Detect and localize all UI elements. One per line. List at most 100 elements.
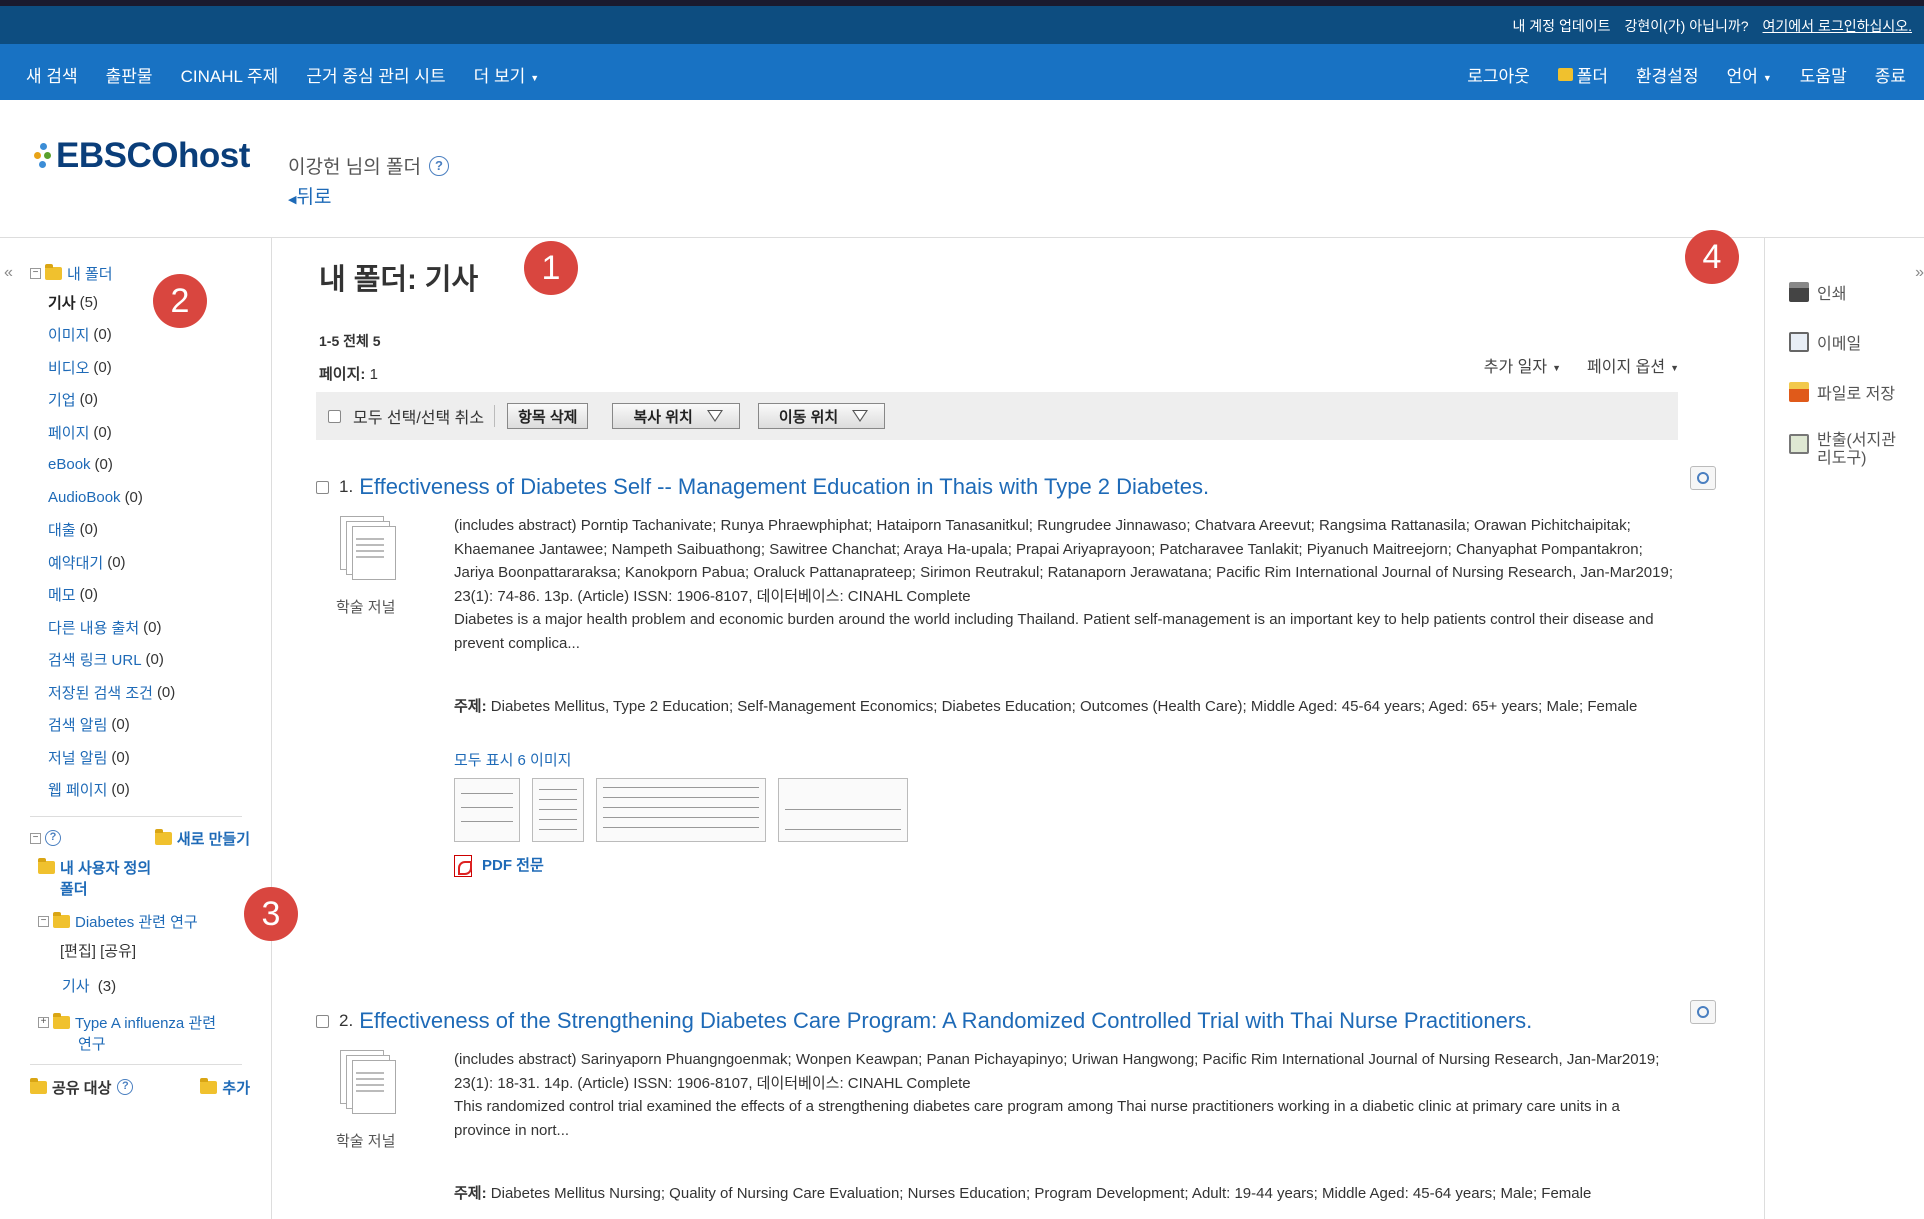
sidebar-item[interactable]: 비디오 (0): [30, 351, 250, 384]
result-title-link[interactable]: Effectiveness of the Strengthening Diabe…: [359, 1008, 1532, 1034]
nav-cinahl-subjects[interactable]: CINAHL 주제: [181, 62, 279, 87]
subject-text: Diabetes Mellitus Nursing; Quality of Nu…: [490, 1185, 1592, 1202]
nav-more[interactable]: 더 보기 ▼: [474, 62, 540, 87]
page-options-dropdown[interactable]: 페이지 옵션 ▼: [1587, 353, 1679, 377]
folder-toolbar: 모두 선택/선택 취소 항목 삭제 복사 위치 이동 위치: [316, 392, 1678, 440]
back-link[interactable]: ◀뒤로: [288, 182, 331, 209]
preview-icon[interactable]: [1690, 466, 1716, 490]
help-icon[interactable]: ?: [45, 830, 61, 846]
sidebar-item[interactable]: 대출 (0): [30, 514, 250, 547]
nav-help[interactable]: 도움말: [1800, 62, 1847, 87]
sidebar-item[interactable]: 예약대기 (0): [30, 546, 250, 579]
nav-preferences[interactable]: 환경설정: [1636, 62, 1699, 87]
update-account-link[interactable]: 내 계정 업데이트: [1513, 16, 1611, 36]
sidebar-item[interactable]: 웹 페이지 (0): [30, 774, 250, 807]
folder-icon: [30, 1077, 47, 1094]
delete-items-button[interactable]: 항목 삭제: [507, 403, 589, 429]
collapse-right-icon[interactable]: »: [1915, 264, 1924, 282]
sidebar-item[interactable]: 기사 (5): [30, 286, 250, 319]
select-all-label[interactable]: 모두 선택/선택 취소: [353, 404, 484, 428]
collapse-tree-icon[interactable]: −: [30, 832, 41, 844]
sidebar-item[interactable]: 메모 (0): [30, 579, 250, 612]
collapse-tree-icon[interactable]: −: [38, 916, 49, 927]
nav-language[interactable]: 언어 ▼: [1727, 62, 1772, 87]
preview-icon[interactable]: [1690, 1000, 1716, 1024]
result-checkbox[interactable]: [316, 480, 329, 494]
folder-icon: [38, 858, 55, 874]
sidebar-item-label[interactable]: eBook: [48, 456, 91, 473]
sidebar-item-label[interactable]: 다른 내용 출처: [48, 617, 139, 638]
diabetes-folder-link[interactable]: Diabetes 관련 연구: [75, 911, 198, 932]
sidebar-item[interactable]: 검색 알림 (0): [30, 709, 250, 742]
save-file-tool[interactable]: 파일로 저장: [1789, 380, 1895, 404]
image-thumbnail[interactable]: [596, 778, 766, 842]
show-all-images-link[interactable]: 모두 표시 6 이미지: [454, 752, 571, 769]
sidebar-item-label[interactable]: 대출: [48, 519, 76, 540]
add-share-link[interactable]: 추가: [222, 1077, 250, 1098]
image-thumbnail[interactable]: [532, 778, 584, 842]
new-folder-link[interactable]: 새로 만들기: [177, 828, 250, 849]
export-tool[interactable]: 반출(서지관 리도구): [1789, 432, 1896, 468]
nav-publications[interactable]: 출판물: [106, 62, 153, 87]
sidebar-item[interactable]: 이미지 (0): [30, 319, 250, 352]
sidebar-item-label[interactable]: AudioBook: [48, 489, 121, 506]
sidebar-item-label[interactable]: 메모: [48, 584, 76, 605]
print-tool[interactable]: 인쇄: [1789, 280, 1846, 304]
image-thumbnail[interactable]: [454, 778, 520, 842]
sidebar-item-label[interactable]: 비디오: [48, 357, 89, 378]
custom-folder-link[interactable]: 내 사용자 정의: [60, 857, 151, 878]
sidebar-item-label[interactable]: 웹 페이지: [48, 779, 107, 800]
move-to-button[interactable]: 이동 위치: [757, 403, 886, 429]
pdf-full-text-link[interactable]: PDF 전문: [454, 854, 1674, 878]
sidebar-item-label[interactable]: 기사: [48, 292, 76, 313]
login-here-link[interactable]: 여기에서 로그인하십시오.: [1763, 16, 1912, 36]
my-folder-link[interactable]: 내 폴더: [67, 263, 113, 284]
sidebar-item-label[interactable]: 이미지: [48, 324, 89, 345]
edit-share-links[interactable]: [편집] [공유]: [38, 940, 250, 961]
sidebar-item[interactable]: 기업 (0): [30, 384, 250, 417]
sidebar-item[interactable]: eBook (0): [30, 449, 250, 482]
email-icon: [1789, 332, 1809, 352]
result-checkbox[interactable]: [316, 1014, 329, 1028]
collapse-left-icon[interactable]: «: [4, 264, 13, 282]
sidebar-item-label[interactable]: 기업: [48, 389, 76, 410]
custom-folder-link-2[interactable]: 폴더: [60, 881, 88, 898]
sidebar-item[interactable]: AudioBook (0): [30, 481, 250, 514]
sidebar-item[interactable]: 다른 내용 출처 (0): [30, 611, 250, 644]
email-tool[interactable]: 이메일: [1789, 330, 1861, 354]
sidebar-item[interactable]: 검색 링크 URL (0): [30, 644, 250, 677]
sidebar-item-label[interactable]: 저널 알림: [48, 747, 107, 768]
collapse-tree-icon[interactable]: −: [30, 267, 41, 279]
sidebar-item-label[interactable]: 페이지: [48, 422, 89, 443]
ebscohost-logo[interactable]: EBSCOhost: [34, 136, 250, 176]
sidebar-item[interactable]: 저널 알림 (0): [30, 741, 250, 774]
nav-new-search[interactable]: 새 검색: [26, 62, 78, 87]
sidebar-item-label[interactable]: 예약대기: [48, 552, 103, 573]
nav-logout[interactable]: 로그아웃: [1467, 62, 1530, 87]
sort-date-dropdown[interactable]: 추가 일자 ▼: [1484, 353, 1561, 377]
sidebar-item-count: (0): [143, 618, 162, 636]
help-icon[interactable]: ?: [428, 155, 449, 176]
nav-folder[interactable]: 폴더: [1557, 62, 1608, 87]
page-number[interactable]: 1: [370, 366, 378, 383]
influenza-folder-link-2[interactable]: 연구: [78, 1036, 106, 1053]
diabetes-articles-link[interactable]: 기사: [62, 978, 90, 995]
influenza-folder-link[interactable]: Type A influenza 관련: [75, 1012, 216, 1033]
nav-exit[interactable]: 종료: [1875, 62, 1906, 87]
sidebar-item[interactable]: 페이지 (0): [30, 416, 250, 449]
sidebar-item-label[interactable]: 저장된 검색 조건: [48, 682, 153, 703]
help-icon[interactable]: ?: [117, 1079, 134, 1095]
select-all-checkbox[interactable]: [328, 409, 341, 423]
sidebar-item-label[interactable]: 검색 링크 URL: [48, 649, 142, 670]
sort-options: 추가 일자 ▼ 페이지 옵션 ▼: [1484, 353, 1679, 377]
sidebar-item-label[interactable]: 검색 알림: [48, 714, 107, 735]
nav-evidence-sheets[interactable]: 근거 중심 관리 시트: [306, 62, 445, 87]
result-title-link[interactable]: Effectiveness of Diabetes Self -- Manage…: [359, 474, 1209, 500]
image-thumbnail[interactable]: [778, 778, 908, 842]
copy-to-button[interactable]: 복사 위치: [612, 403, 740, 429]
sidebar-item[interactable]: 저장된 검색 조건 (0): [30, 676, 250, 709]
utility-bar: 내 계정 업데이트 강현이(가) 아닙니까? 여기에서 로그인하십시오.: [0, 0, 1924, 44]
result-count: 1-5 전체 5: [319, 333, 381, 349]
print-label: 인쇄: [1817, 286, 1847, 303]
expand-tree-icon[interactable]: +: [38, 1017, 49, 1028]
